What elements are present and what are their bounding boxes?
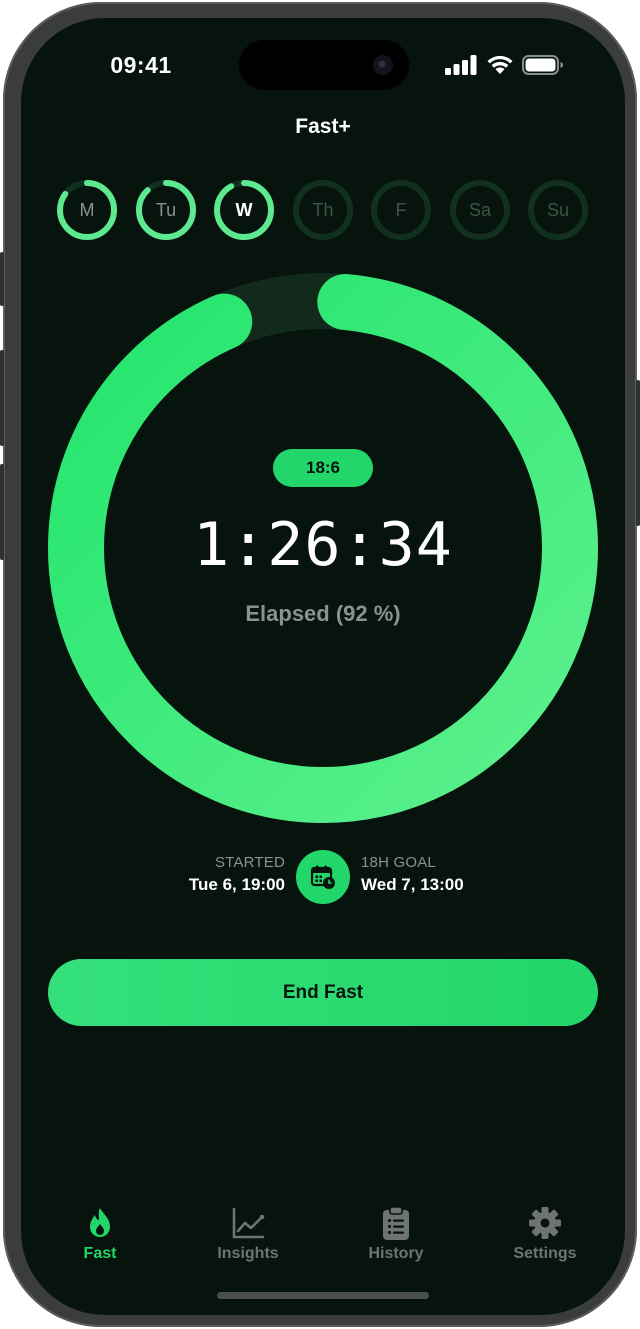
day-label: Su [546,200,570,220]
started-info[interactable]: STARTED Tue 6, 19:00 [161,854,285,895]
dynamic-island [239,40,409,90]
tab-insights[interactable]: Insights [188,1206,308,1266]
chart-line-icon [232,1207,265,1239]
action-button [0,252,4,306]
elapsed-timer: 1:26:34 [193,510,453,580]
day-label: M [79,200,95,220]
clipboard-icon [383,1206,409,1240]
tab-label: Fast [83,1245,117,1262]
camera-icon [373,55,393,75]
wifi-icon [487,55,513,74]
volume-down-button [0,464,4,560]
day-monday[interactable]: M [56,179,118,241]
screen: 09:41 Fast+ M Tu W Th F Sa Su 18:6 1:26:… [21,18,625,1315]
day-saturday[interactable]: Sa [449,179,511,241]
started-label: STARTED [214,854,285,871]
tab-history[interactable]: History [336,1206,456,1266]
started-value: Tue 6, 19:00 [188,875,285,894]
day-thursday[interactable]: Th [292,179,354,241]
day-label: W [235,200,253,220]
day-tuesday[interactable]: Tu [135,179,197,241]
goal-label: 18H GOAL [361,854,436,871]
fasting-plan-badge[interactable]: 18:6 [273,449,373,487]
day-friday[interactable]: F [370,179,432,241]
tab-label: Settings [513,1245,577,1262]
tab-settings[interactable]: Settings [485,1206,605,1266]
day-label: Tu [155,200,177,220]
day-label: Sa [468,200,492,220]
tab-fast[interactable]: Fast [40,1206,160,1266]
day-label: F [395,200,407,220]
edit-schedule-button[interactable] [296,850,350,904]
goal-info[interactable]: 18H GOAL Wed 7, 13:00 [361,854,521,895]
home-indicator[interactable] [217,1292,429,1299]
power-button [636,380,640,526]
day-wednesday[interactable]: W [213,179,275,241]
tab-label: Insights [217,1245,279,1262]
tab-label: History [368,1245,424,1262]
app-title: Fast+ [295,115,351,138]
cellular-signal-icon [445,55,477,75]
elapsed-caption: Elapsed (92 %) [245,601,401,626]
volume-up-button [0,350,4,446]
gear-icon [529,1207,561,1239]
day-label: Th [312,200,334,220]
day-sunday[interactable]: Su [527,179,589,241]
goal-value: Wed 7, 13:00 [361,875,464,894]
battery-icon [522,55,563,75]
calendar-clock-icon [310,865,335,889]
status-time: 09:41 [110,52,172,78]
flame-icon [90,1208,110,1237]
end-fast-button[interactable]: End Fast [48,959,598,1026]
phone-frame: 09:41 Fast+ M Tu W Th F Sa Su 18:6 1:26:… [0,2,640,1327]
